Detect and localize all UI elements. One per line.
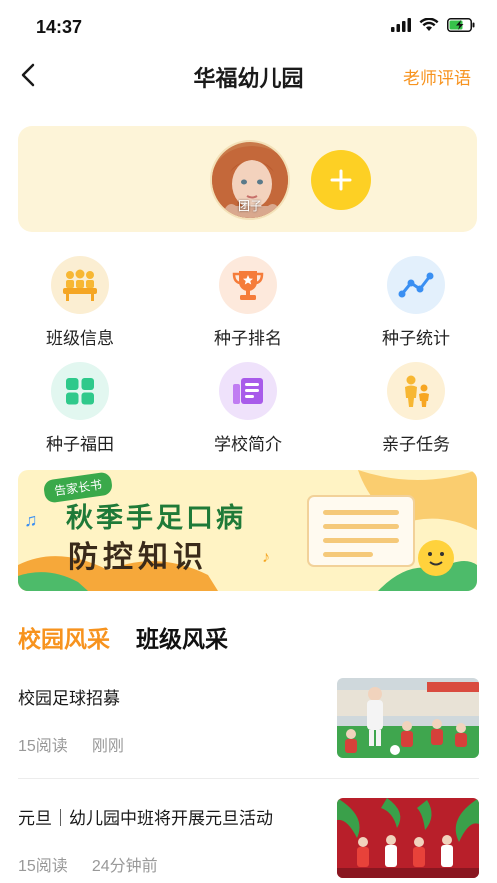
news-title: 元旦｜幼儿园中班将开展元旦活动 — [18, 809, 273, 828]
child-card: 团子 — [18, 126, 477, 232]
grid-item-seed-ranking[interactable]: 种子排名 — [178, 256, 318, 349]
school-intro-icon — [219, 362, 277, 420]
trophy-icon — [219, 256, 277, 314]
news-read-count: 15阅读 — [18, 738, 68, 755]
plus-icon — [330, 169, 352, 191]
promo-banner[interactable]: ♫ ♪ 告家长书 秋季手足口病 防控知识 — [18, 470, 477, 591]
signal-icon — [391, 18, 411, 32]
status-bar: 14:37 — [0, 0, 497, 50]
grid-item-class-info[interactable]: 班级信息 — [10, 256, 150, 349]
grid-label-class-info: 班级信息 — [46, 329, 114, 348]
news-thumbnail — [337, 798, 479, 878]
chart-icon — [387, 256, 445, 314]
banner-headline-2: 防控知识 — [68, 541, 208, 574]
grid-item-school-intro[interactable]: 学校简介 — [178, 362, 318, 455]
news-item[interactable]: 校园足球招募 15阅读 刚刚 — [18, 678, 479, 776]
svg-text:♪: ♪ — [262, 549, 270, 566]
child-name: 团子 — [237, 199, 262, 213]
battery-charging-icon — [447, 18, 475, 32]
wifi-icon — [419, 18, 439, 31]
news-time: 刚刚 — [91, 738, 124, 755]
tab-campus-style[interactable]: 校园风采 — [18, 620, 110, 654]
status-time: 14:37 — [36, 17, 83, 37]
field-icon — [51, 362, 109, 420]
news-meta: 15阅读 刚刚 — [18, 732, 124, 756]
grid-label-school-intro: 学校简介 — [214, 435, 282, 454]
content-tabs: 校园风采 班级风采 — [18, 620, 228, 654]
news-time: 24分钟前 — [91, 858, 158, 875]
svg-text:♫: ♫ — [24, 510, 38, 530]
news-item[interactable]: 元旦｜幼儿园中班将开展元旦活动 15阅读 24分钟前 — [18, 798, 479, 883]
news-meta: 15阅读 24分钟前 — [18, 852, 158, 876]
divider — [18, 778, 479, 779]
teacher-comments-link[interactable]: 老师评语 — [403, 64, 471, 89]
grid-label-seed-statistics: 种子统计 — [382, 329, 450, 348]
grid-label-seed-ranking: 种子排名 — [214, 329, 282, 348]
grid-label-seed-field: 种子福田 — [46, 435, 114, 454]
navigation-bar: 华福幼儿园 老师评语 — [0, 50, 497, 100]
parent-child-icon — [387, 362, 445, 420]
news-thumbnail — [337, 678, 479, 758]
grid-item-parent-child-tasks[interactable]: 亲子任务 — [346, 362, 486, 455]
status-icons — [391, 18, 475, 32]
news-read-count: 15阅读 — [18, 858, 68, 875]
news-title: 校园足球招募 — [18, 689, 120, 708]
class-info-icon — [51, 256, 109, 314]
child-avatar[interactable]: 团子 — [210, 140, 290, 220]
grid-label-parent-child-tasks: 亲子任务 — [382, 435, 450, 454]
add-child-button[interactable] — [311, 150, 371, 210]
grid-item-seed-field[interactable]: 种子福田 — [10, 362, 150, 455]
banner-headline-1: 秋季手足口病 — [66, 503, 246, 533]
tab-class-style[interactable]: 班级风采 — [136, 620, 228, 654]
grid-item-seed-statistics[interactable]: 种子统计 — [346, 256, 486, 349]
